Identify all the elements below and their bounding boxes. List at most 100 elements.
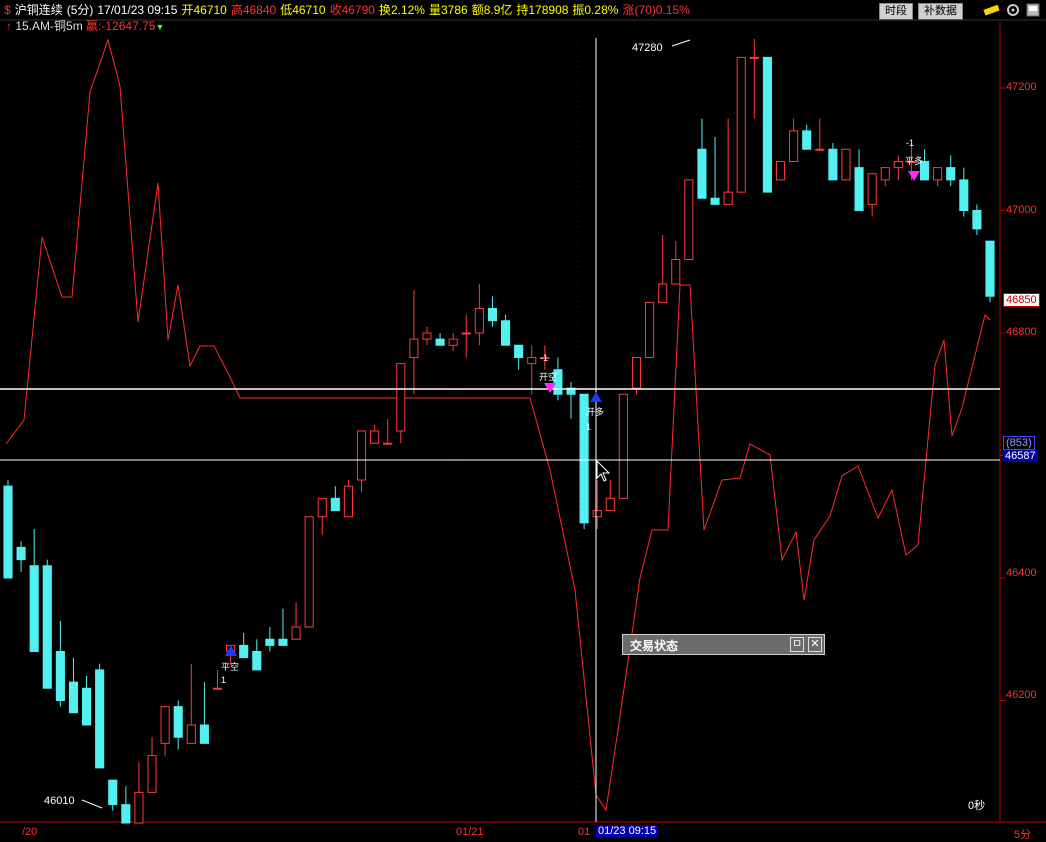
candle — [645, 301, 655, 358]
low-annotation: 46010 — [44, 795, 75, 807]
candle — [252, 639, 262, 671]
cursor-price-tag: 46587 — [1003, 450, 1038, 462]
candles — [3, 39, 995, 824]
candle — [775, 161, 786, 181]
candle-body — [147, 755, 157, 793]
signal-label: 开多 — [586, 407, 605, 417]
candle — [841, 148, 851, 181]
signal-label: 平空 — [221, 662, 240, 672]
candle-body — [186, 724, 196, 744]
candle — [867, 173, 877, 217]
candle-body — [29, 565, 39, 652]
candle — [370, 424, 380, 444]
signal-label: 平多 — [905, 156, 924, 166]
trade-status-panel[interactable]: 交易状态 ㅁ ✕ — [622, 634, 825, 655]
candle-body — [684, 179, 694, 260]
candle-body — [383, 442, 393, 445]
candle-body — [435, 338, 445, 346]
candle-body — [841, 148, 851, 181]
candle-body — [527, 357, 537, 365]
candle — [880, 167, 890, 186]
candle-body — [55, 651, 65, 701]
candle — [697, 118, 707, 199]
candle — [239, 633, 249, 659]
candle-body — [985, 240, 995, 297]
candle-body — [749, 56, 759, 59]
signal-count: -1 — [540, 353, 549, 363]
candle — [95, 663, 105, 769]
candle — [671, 241, 681, 285]
candle — [199, 682, 209, 744]
candle — [383, 418, 393, 445]
candle-body — [265, 638, 275, 646]
candle — [448, 333, 458, 352]
candle — [42, 559, 52, 689]
candle-body — [134, 791, 144, 824]
x-tick-label: 01/21 — [456, 826, 484, 838]
y-tick-label: 47200 — [1006, 81, 1037, 93]
close-icon[interactable]: ✕ — [808, 637, 822, 652]
timer-label: 0秒 — [968, 800, 986, 812]
candle — [959, 167, 969, 217]
candle-body — [815, 148, 825, 151]
candle-body — [723, 191, 733, 205]
candle — [893, 155, 903, 180]
candle-body — [828, 148, 838, 181]
candle — [108, 779, 118, 811]
candle-body — [304, 516, 314, 628]
candle-body — [802, 130, 812, 150]
candle-body — [893, 161, 903, 169]
candle-body — [409, 338, 419, 358]
buy-triangle-icon — [590, 392, 602, 402]
candle — [972, 204, 982, 235]
candle — [396, 363, 406, 444]
candle — [802, 124, 812, 150]
y-tick-label: 46200 — [1006, 689, 1037, 701]
kline-chart[interactable] — [0, 0, 1046, 840]
candle — [946, 155, 956, 186]
candle — [749, 39, 759, 119]
signal-count: 1 — [221, 675, 227, 685]
panel-title: 交易状态 — [630, 639, 679, 653]
candle — [3, 480, 13, 579]
candle-body — [291, 626, 301, 640]
candle — [16, 541, 26, 572]
candle — [68, 657, 79, 714]
candle-body — [212, 687, 223, 690]
candle-body — [658, 283, 668, 303]
candle-body — [199, 724, 209, 744]
candle-body — [330, 497, 340, 512]
candle — [330, 486, 340, 512]
last-price-tag: 46850 — [1003, 293, 1040, 307]
candle — [933, 167, 943, 186]
candle — [435, 333, 445, 346]
candle — [291, 602, 301, 640]
candle-body — [42, 565, 52, 689]
candle — [566, 382, 576, 419]
candle-body — [487, 308, 498, 322]
candle — [605, 480, 615, 512]
candle-body — [108, 779, 118, 806]
candle-body — [618, 393, 628, 499]
candle — [474, 284, 484, 346]
candle-body — [16, 546, 26, 561]
x-tick-label: 01 — [578, 826, 591, 838]
candle-body — [605, 497, 615, 512]
candle-body — [867, 173, 877, 205]
pin-icon[interactable]: ㅁ — [790, 637, 804, 652]
candle — [736, 56, 746, 193]
candle — [854, 149, 864, 211]
low-annotation-leader — [81, 799, 103, 809]
trade-signals — [225, 171, 920, 656]
grid-lines — [455, 36, 579, 822]
candle-body — [959, 179, 969, 211]
candle-body — [370, 430, 380, 444]
x-tick-label: /20 — [22, 826, 38, 838]
candle-body — [160, 706, 170, 744]
candle — [461, 314, 471, 358]
candle — [121, 786, 131, 824]
candle-body — [854, 167, 864, 211]
candle — [343, 480, 353, 518]
candle — [160, 706, 170, 756]
candle-body — [474, 308, 484, 334]
